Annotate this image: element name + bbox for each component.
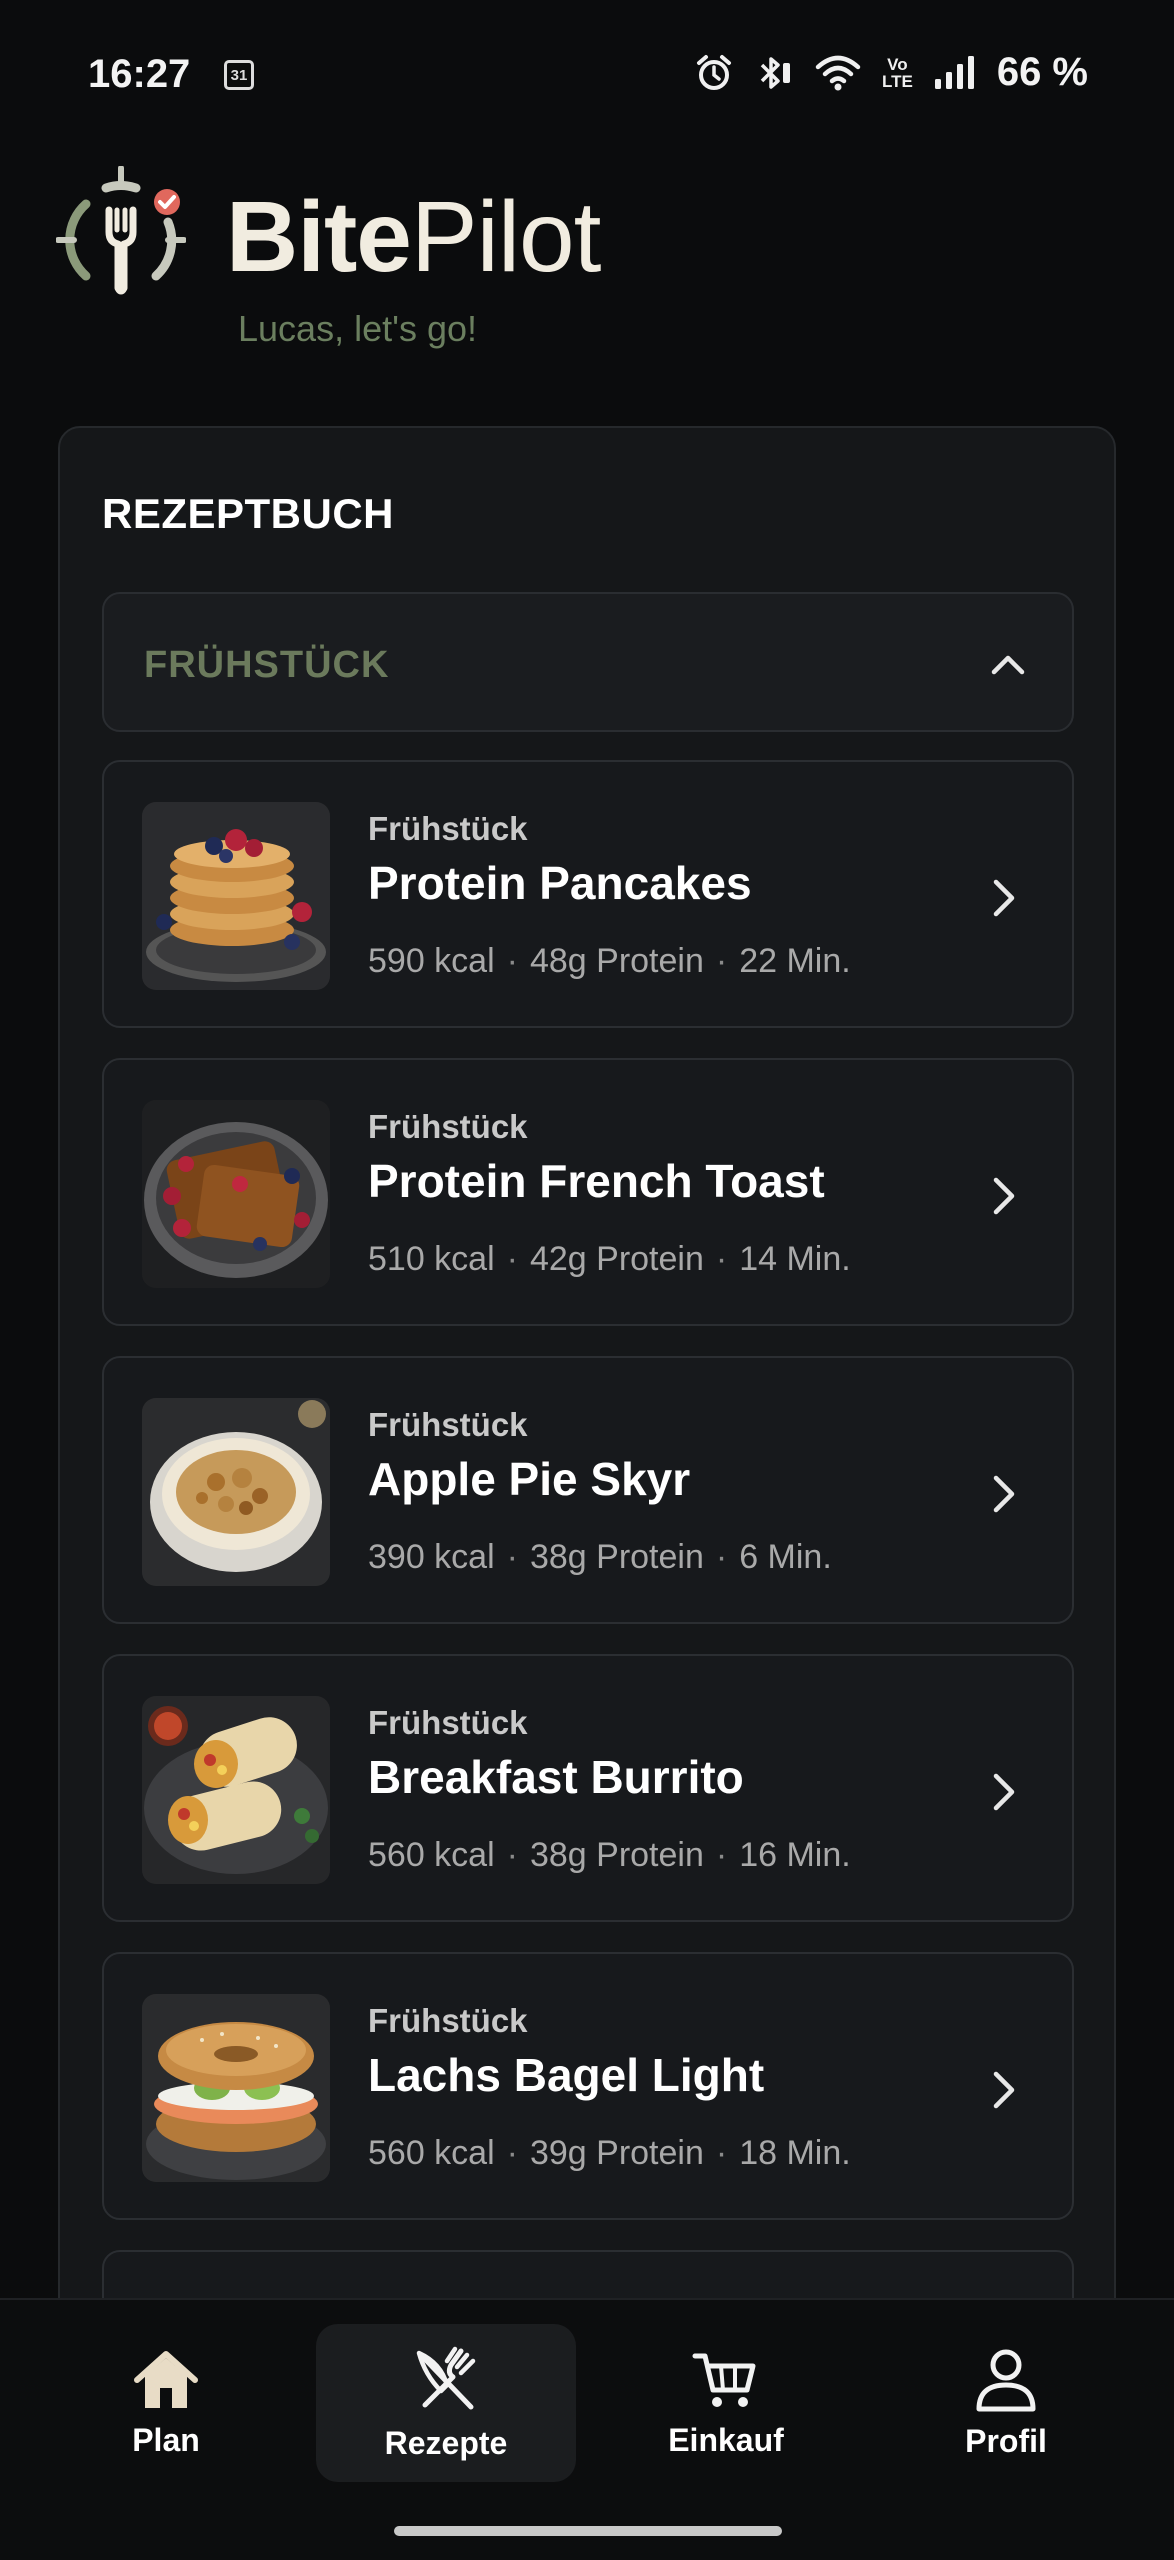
category-label: FRÜHSTÜCK (144, 644, 390, 686)
recipe-category: Frühstück (368, 1406, 528, 1443)
recipe-time: 18 Min. (739, 2134, 851, 2172)
chevron-up-icon (991, 655, 1025, 675)
nav-item-rezepte[interactable]: Rezepte (316, 2324, 576, 2482)
recipe-thumbnail (142, 1398, 330, 1586)
recipe-item-protein-pancakes[interactable]: Frühstück Protein Pancakes 590 kcal · 48g … (102, 760, 1074, 1028)
recipe-meta: 390 kcal · 38g Protein · 6 Min. (368, 1538, 832, 1576)
nav-item-einkauf[interactable]: Einkauf (596, 2324, 856, 2482)
recipe-name: Breakfast Burrito (368, 1751, 744, 1803)
fork-knife-icon (416, 2346, 476, 2409)
recipe-category: Frühstück (368, 810, 528, 847)
recipe-kcal: 510 kcal (368, 1240, 495, 1278)
app-title: BitePilot (226, 181, 602, 293)
nav-label: Einkauf (668, 2421, 784, 2458)
home-icon (134, 2350, 198, 2408)
calendar-icon: 31 (224, 60, 254, 90)
recipe-protein: 38g Protein (529, 1836, 704, 1874)
nav-item-plan[interactable]: Plan (36, 2324, 296, 2482)
category-accordion-fruehstueck[interactable]: FRÜHSTÜCK (102, 592, 1074, 732)
bluetooth-icon (760, 56, 790, 89)
chevron-right-icon (993, 1177, 1015, 1215)
recipe-protein: 38g Protein (529, 1538, 704, 1576)
recipe-thumbnail (142, 1100, 330, 1288)
chevron-right-icon (993, 879, 1015, 917)
recipe-thumbnail (142, 1994, 330, 2182)
status-bar: 16:27 31 Vo LTE 66 % (0, 0, 1174, 150)
recipe-meta: 590 kcal · 48g Protein · 22 Min. (368, 942, 851, 980)
recipe-time: 6 Min. (739, 1538, 832, 1576)
recipe-item-apple-pie-skyr[interactable]: Frühstück Apple Pie Skyr 390 kcal · 38g Pr… (102, 1356, 1074, 1624)
volte-bottom: LTE (881, 71, 913, 91)
recipe-category: Frühstück (368, 2002, 528, 2039)
recipe-meta: 560 kcal · 39g Protein · 18 Min. (368, 2134, 851, 2172)
recipe-protein: 48g Protein (529, 942, 704, 980)
recipe-protein: 39g Protein (529, 2134, 704, 2172)
recipe-name: Apple Pie Skyr (368, 1453, 691, 1505)
chevron-right-icon (993, 1475, 1015, 1513)
cart-icon (692, 2353, 756, 2407)
recipe-category: Frühstück (368, 1704, 528, 1741)
recipe-book-title: REZEPTBUCH (102, 490, 395, 537)
recipe-time: 14 Min. (739, 1240, 851, 1278)
nav-label: Rezepte (384, 2424, 508, 2461)
chevron-right-icon (993, 1773, 1015, 1811)
recipe-thumbnail (142, 1696, 330, 1884)
recipe-meta: 510 kcal · 42g Protein · 14 Min. (368, 1240, 851, 1278)
recipe-time: 22 Min. (739, 942, 851, 980)
status-time: 16:27 (88, 52, 191, 96)
app-title-light: Pilot (410, 181, 602, 293)
recipe-book-card: REZEPTBUCH FRÜHSTÜCK Frühstück Protein P… (58, 426, 1116, 2426)
recipe-kcal: 560 kcal (368, 2134, 495, 2172)
signal-icon (934, 55, 974, 89)
home-indicator[interactable] (394, 2526, 782, 2536)
recipe-time: 16 Min. (739, 1836, 851, 1874)
recipe-meta: 560 kcal · 38g Protein · 16 Min. (368, 1836, 851, 1874)
bottom-navigation: Plan Rezepte Einkauf Profil (0, 2298, 1174, 2560)
greeting-text: Lucas, let's go! (238, 308, 478, 349)
recipe-kcal: 560 kcal (368, 1836, 495, 1874)
app-logo-icon (56, 166, 186, 295)
battery-level: 66 % (996, 50, 1088, 94)
recipe-item-protein-french-toast[interactable]: Frühstück Protein French Toast 510 kcal ·… (102, 1058, 1074, 1326)
nav-label: Profil (965, 2422, 1047, 2459)
recipe-item-breakfast-burrito[interactable]: Frühstück Breakfast Burrito 560 kcal · 38g… (102, 1654, 1074, 1922)
volte-indicator: Vo LTE (882, 56, 913, 90)
recipe-name: Protein French Toast (368, 1155, 825, 1207)
recipe-name: Lachs Bagel Light (368, 2049, 765, 2101)
recipe-thumbnail (142, 802, 330, 990)
recipe-kcal: 390 kcal (368, 1538, 495, 1576)
nav-item-profil[interactable]: Profil (876, 2324, 1136, 2482)
app-title-bold: Bite (226, 181, 412, 293)
wifi-icon (815, 55, 861, 90)
recipe-item-lachs-bagel-light[interactable]: Frühstück Lachs Bagel Light 560 kcal · 39g… (102, 1952, 1074, 2220)
chevron-right-icon (993, 2071, 1015, 2109)
recipe-category: Frühstück (368, 1108, 528, 1145)
volte-top: Vo (887, 54, 908, 74)
status-icons: Vo LTE 66 % (694, 50, 1088, 95)
recipe-name: Protein Pancakes (368, 857, 752, 909)
nav-label: Plan (132, 2421, 200, 2458)
recipe-protein: 42g Protein (529, 1240, 704, 1278)
alarm-icon (696, 54, 731, 90)
recipe-kcal: 590 kcal (368, 942, 495, 980)
person-icon (976, 2349, 1036, 2411)
